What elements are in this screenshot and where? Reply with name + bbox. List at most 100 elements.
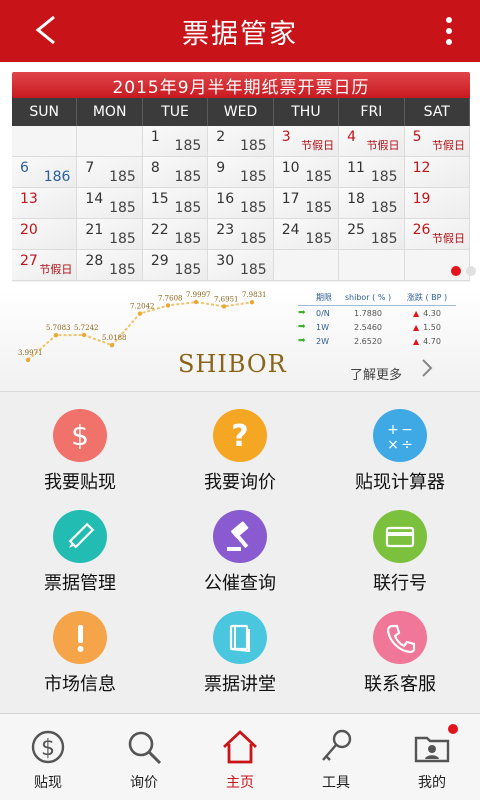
feature-pencil[interactable]: 票据管理 xyxy=(0,494,160,595)
calendar-day-cell[interactable]: 6 186 xyxy=(12,157,78,188)
day-number: 29 xyxy=(150,253,169,269)
calendar-day-cell[interactable]: 16 185 xyxy=(208,188,274,219)
calendar-day-cell[interactable]: 5 节假日 xyxy=(404,126,470,157)
chevron-right-icon[interactable] xyxy=(420,357,434,379)
day-term-days: 185 xyxy=(174,138,202,154)
calendar-day-cell[interactable]: 27 节假日 xyxy=(12,250,78,281)
shibor-point-label: 7.2042 xyxy=(130,303,155,311)
shibor-wordmark: SHIBOR xyxy=(178,350,287,378)
rate-value: 1.7880 xyxy=(354,308,382,318)
calendar-day-cell[interactable]: 3 节假日 xyxy=(273,126,340,157)
notification-badge xyxy=(448,724,458,734)
shibor-point xyxy=(221,304,227,309)
pencil-icon xyxy=(53,510,107,563)
feature-dollar[interactable]: $ 我要贴现 xyxy=(0,393,160,494)
calendar-day-cell[interactable]: 25 185 xyxy=(339,219,405,250)
day-number: 11 xyxy=(347,160,365,176)
tab-magnifier[interactable]: 询价 xyxy=(96,714,192,800)
calendar-day-cell[interactable]: 19 xyxy=(404,188,470,219)
day-term-days: 185 xyxy=(239,169,267,185)
calendar-carousel[interactable]: 2015年9月半年期纸票开票日历 SUN MON TUE WED THU FRI SAT 1… xyxy=(0,62,480,288)
rate-term: 1W xyxy=(316,322,329,332)
calendar-day-cell[interactable]: 7 185 xyxy=(77,157,143,188)
shibor-rate-table: 期限 shibor ( % ) 涨跌 ( BP ) ➡ 0/N 1.7880 ▲ 4.3… xyxy=(298,290,456,348)
calendar-banner: 2015年9月半年期纸票开票日历 xyxy=(12,72,470,98)
calendar-day-cell xyxy=(77,126,143,157)
feature-card[interactable]: 联行号 xyxy=(320,494,480,595)
rate-term: 2W xyxy=(316,336,329,346)
calendar-day-cell[interactable]: 13 xyxy=(12,188,78,219)
calendar-day-cell xyxy=(339,250,405,281)
calendar-day-cell[interactable]: 15 185 xyxy=(142,188,209,219)
calendar-day-cell[interactable]: 21 185 xyxy=(77,219,143,250)
calendar-day-cell[interactable]: 12 xyxy=(404,157,470,188)
more-vertical-icon[interactable] xyxy=(442,16,456,46)
calendar-day-cell[interactable]: 9 185 xyxy=(208,157,274,188)
calendar-day-cell[interactable]: 28 185 xyxy=(77,250,143,281)
calendar-day-cell[interactable]: 20 xyxy=(12,219,78,250)
rate-value: 2.5460 xyxy=(354,322,382,332)
day-number: 12 xyxy=(412,160,431,176)
calendar-day-cell[interactable]: 26 节假日 xyxy=(404,219,470,250)
shibor-point xyxy=(53,333,59,338)
calendar-day-cell[interactable]: 23 185 xyxy=(208,219,274,250)
feature-label: 我要贴现 xyxy=(44,472,116,493)
calendar-day-cell[interactable]: 18 185 xyxy=(339,188,405,219)
feature-calculator[interactable]: + − × ÷ 贴现计算器 xyxy=(320,393,480,494)
feature-question[interactable]: ? 我要询价 xyxy=(160,393,320,494)
carousel-dot[interactable] xyxy=(451,266,461,276)
rate-change-value: 4.70 xyxy=(423,336,441,346)
shibor-banner[interactable]: 3.9971 5.7083 5.7242 5.0188 7.2042 7.7608 7.99… xyxy=(0,288,480,392)
tab-home[interactable]: 主页 xyxy=(192,714,288,800)
feature-gavel[interactable]: 公催查询 xyxy=(160,494,320,595)
weekday-sat: SAT xyxy=(404,98,470,126)
day-number: 18 xyxy=(347,191,365,207)
shibor-point-label: 5.0188 xyxy=(102,334,127,342)
gavel-icon xyxy=(213,510,267,563)
day-term-days: 185 xyxy=(239,138,267,154)
tab-label: 工具 xyxy=(322,775,350,791)
shibor-point-label: 3.9971 xyxy=(18,349,43,357)
calendar-day-cell[interactable]: 17 185 xyxy=(273,188,340,219)
day-term-days: 185 xyxy=(109,169,136,185)
calendar-day-cell[interactable]: 2 185 xyxy=(208,126,274,157)
question-icon: ? xyxy=(213,409,267,462)
calendar-day-cell[interactable]: 24 185 xyxy=(273,219,340,250)
calendar-day-cell[interactable]: 30 185 xyxy=(208,250,274,281)
day-term-days: 185 xyxy=(239,262,267,278)
shibor-point xyxy=(165,303,171,308)
calendar-day-cell[interactable]: 1 185 xyxy=(142,126,209,157)
feature-phone[interactable]: 联系客服 xyxy=(320,595,480,696)
calendar-day-cell[interactable]: 22 185 xyxy=(142,219,209,250)
calendar-day-cell[interactable]: 10 185 xyxy=(273,157,340,188)
calendar-day-cell[interactable]: 29 185 xyxy=(142,250,209,281)
back-arrow-icon[interactable] xyxy=(30,13,64,47)
svg-text:?: ? xyxy=(231,419,248,453)
tab-profile-folder[interactable]: 我的 xyxy=(384,714,480,800)
shibor-point xyxy=(109,342,115,348)
feature-exclamation[interactable]: 市场信息 xyxy=(0,595,160,696)
day-term-days: 185 xyxy=(239,231,267,247)
day-number: 21 xyxy=(85,222,104,238)
key-icon xyxy=(322,729,352,761)
tab-label: 询价 xyxy=(130,775,158,791)
tab-key[interactable]: 工具 xyxy=(288,714,384,800)
profile-folder-icon xyxy=(414,736,450,763)
change-header: 涨跌 ( BP ) xyxy=(406,293,448,302)
day-number: 14 xyxy=(85,191,104,207)
shibor-point xyxy=(193,299,199,305)
calendar-day-cell[interactable]: 11 185 xyxy=(339,157,405,188)
feature-label: 票据讲堂 xyxy=(204,674,276,695)
feature-book[interactable]: 票据讲堂 xyxy=(160,595,320,696)
tab-dollar-coin[interactable]: $ 贴现 xyxy=(0,714,96,800)
learn-more-link[interactable]: 了解更多 xyxy=(350,364,402,383)
calendar-day-cell[interactable]: 14 185 xyxy=(77,188,143,219)
calendar-grid: 1 185 2 185 3 节假日 4 节假日 5 节假日 6 186 7 185 8 185 9 185 10 18… xyxy=(12,126,470,281)
feature-label: 公催查询 xyxy=(204,573,276,594)
term-header: 期限 xyxy=(316,293,332,302)
carousel-dot[interactable] xyxy=(466,266,476,276)
shibor-point-label: 7.7608 xyxy=(158,294,183,302)
calendar-day-cell[interactable]: 8 185 xyxy=(142,157,209,188)
calendar-day-cell[interactable]: 4 节假日 xyxy=(339,126,405,157)
rate-table-row: ➡ 2W 2.6520 ▲ 4.70 xyxy=(298,334,456,348)
